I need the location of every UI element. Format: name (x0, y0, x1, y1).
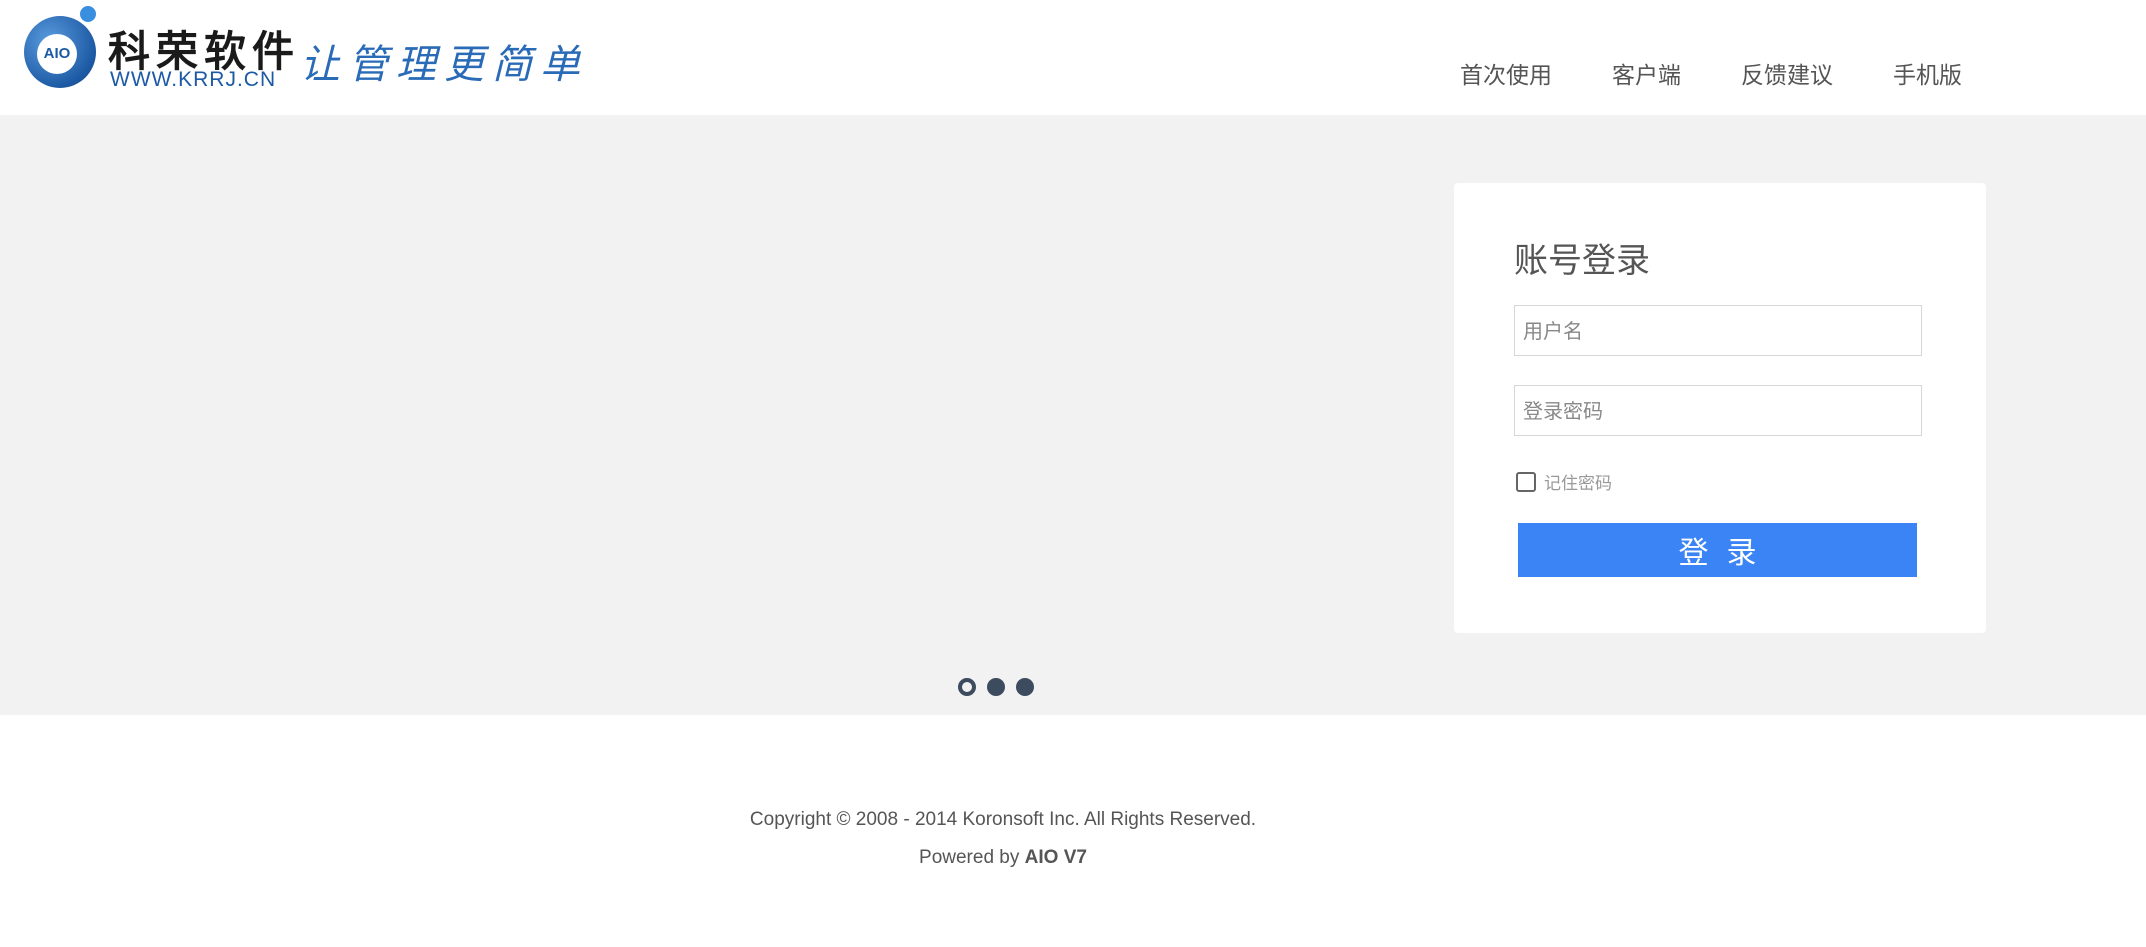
remember-checkbox[interactable] (1516, 471, 1536, 492)
banner-carousel: 账号登录 记住密码 登录 (0, 115, 2146, 715)
username-input[interactable] (1514, 305, 1922, 356)
carousel-dot-2[interactable] (987, 678, 1005, 696)
footer: Copyright © 2008 - 2014 Koronsoft Inc. A… (0, 806, 2006, 872)
nav-feedback[interactable]: 反馈建议 (1741, 56, 1833, 90)
remember-label[interactable]: 记住密码 (1544, 469, 1612, 494)
copyright-text: Copyright © 2008 - 2014 Koronsoft Inc. A… (749, 809, 1257, 830)
carousel-dots (958, 678, 1045, 696)
powered-product: AIO V7 (1024, 847, 1087, 868)
logo-dot (80, 6, 96, 22)
powered-by: Powered by AIO V7 (0, 844, 2006, 872)
remember-password: 记住密码 (1516, 469, 1612, 494)
password-input[interactable] (1514, 385, 1922, 436)
logo-badge: AIO (37, 34, 77, 74)
logo-slogan: 让管理更简单 (300, 42, 588, 88)
powered-prefix: Powered by (919, 847, 1020, 868)
top-nav: 首次使用 客户端 反馈建议 手机版 (1460, 56, 2022, 90)
login-card: 账号登录 记住密码 登录 (1454, 183, 1986, 633)
carousel-dot-3[interactable] (1016, 678, 1034, 696)
logo-url: WWW.KRRJ.CN (110, 68, 277, 91)
carousel-dot-1[interactable] (958, 678, 976, 696)
nav-mobile[interactable]: 手机版 (1893, 56, 1962, 90)
nav-first-use[interactable]: 首次使用 (1460, 56, 1552, 90)
header: AIO 科荣软件 WWW.KRRJ.CN 让管理更简单 首次使用 客户端 反馈建… (0, 0, 2146, 115)
login-title: 账号登录 (1514, 241, 1650, 281)
logo-icon: AIO (24, 16, 96, 88)
nav-client[interactable]: 客户端 (1612, 56, 1681, 90)
logo[interactable]: AIO 科荣软件 WWW.KRRJ.CN 让管理更简单 (24, 6, 594, 96)
login-button[interactable]: 登录 (1518, 523, 1917, 577)
